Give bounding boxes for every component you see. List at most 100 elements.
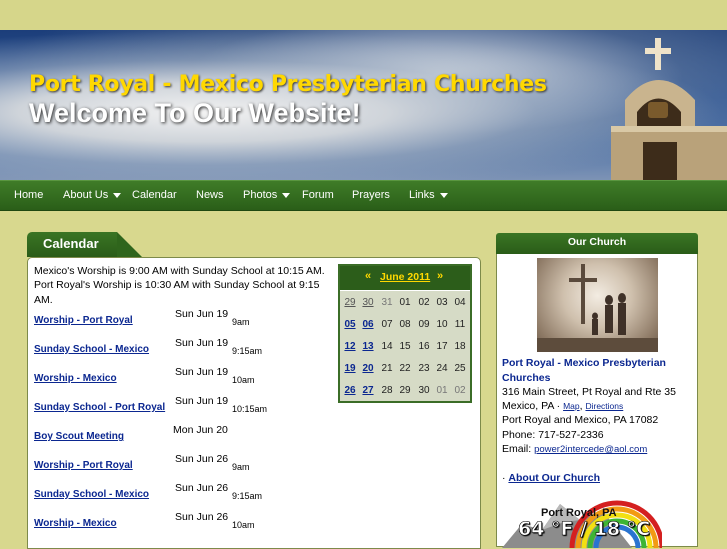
nav-label: Home <box>14 189 44 201</box>
event-date: Sun Jun 19 <box>175 337 229 349</box>
calendar-day: 31 <box>381 297 393 308</box>
event-time: 9:15am <box>232 346 263 356</box>
mini-calendar-header: « June 2011 » <box>340 266 470 290</box>
chevron-down-icon <box>113 192 122 198</box>
calendar-day[interactable]: 20 <box>358 363 378 374</box>
event-title[interactable]: Worship - Mexico <box>34 518 117 529</box>
calendar-day: 02 <box>454 385 466 396</box>
event-title[interactable]: Worship - Port Royal <box>34 315 133 326</box>
calendar-day: 03 <box>436 297 448 308</box>
event-title[interactable]: Worship - Port Royal <box>34 460 133 471</box>
event-title[interactable]: Sunday School - Mexico <box>34 489 149 500</box>
nav-forum[interactable]: Forum <box>302 181 334 210</box>
site-header: Port Royal - Mexico Presbyterian Churche… <box>0 30 727 180</box>
address-line-3: Port Royal and Mexico, PA 17082 <box>502 414 659 426</box>
address-line-1: 316 Main Street, Pt Royal and Rte 35 <box>502 386 676 398</box>
event-date: Sun Jun 26 <box>175 482 229 494</box>
our-church-title: Our Church <box>567 236 627 248</box>
calendar-day: 25 <box>454 363 466 374</box>
calendar-day: 24 <box>436 363 448 374</box>
nav-photos[interactable]: Photos <box>243 181 291 210</box>
event-time: 10am <box>232 520 255 530</box>
nav-news[interactable]: News <box>196 181 224 210</box>
event-time: 9:15am <box>232 491 263 501</box>
calendar-day: 23 <box>418 363 430 374</box>
about-our-church-link[interactable]: About Our Church <box>508 472 600 484</box>
calendar-day: 21 <box>381 363 393 374</box>
event-title[interactable]: Sunday School - Port Royal <box>34 402 165 413</box>
calendar-day: 16 <box>418 341 430 352</box>
mini-calendar: « June 2011 » 29 30 31 01 02 03 04 05 06… <box>338 264 472 403</box>
chevron-down-icon <box>282 192 291 198</box>
calendar-day: 22 <box>399 363 411 374</box>
nav-label: Prayers <box>352 189 390 201</box>
prev-month-button[interactable]: « <box>365 270 371 282</box>
mini-calendar-grid: 29 30 31 01 02 03 04 05 06 07 08 09 10 1… <box>340 291 470 401</box>
calendar-day[interactable]: 06 <box>358 319 378 330</box>
top-band <box>0 0 727 30</box>
church-photo <box>537 258 658 352</box>
nav-label: Forum <box>302 189 334 201</box>
calendar-panel-title: Calendar <box>43 236 99 251</box>
nav-calendar[interactable]: Calendar <box>132 181 177 210</box>
calendar-day: 04 <box>454 297 466 308</box>
nav-label: Calendar <box>132 189 177 201</box>
map-link[interactable]: Map <box>563 401 580 411</box>
next-month-button[interactable]: » <box>437 270 443 282</box>
calendar-tab-arrow <box>117 232 142 257</box>
church-name-link[interactable]: Port Royal - Mexico Presbyterian Churche… <box>502 356 677 386</box>
event-title[interactable]: Boy Scout Meeting <box>34 431 124 442</box>
nav-label: Photos <box>243 189 278 201</box>
calendar-day[interactable]: 27 <box>358 385 378 396</box>
calendar-day: 15 <box>399 341 411 352</box>
month-label[interactable]: June 2011 <box>380 271 430 283</box>
calendar-day: 11 <box>454 319 466 330</box>
nav-prayers[interactable]: Prayers <box>352 181 390 210</box>
calendar-day[interactable]: 26 <box>340 385 360 396</box>
calendar-day: 01 <box>436 385 448 396</box>
directions-link[interactable]: Directions <box>585 401 623 411</box>
chevron-down-icon <box>439 192 448 198</box>
calendar-day[interactable]: 19 <box>340 363 360 374</box>
nav-label: About Us <box>63 189 109 201</box>
event-date: Sun Jun 26 <box>175 453 229 465</box>
cross-family-image <box>537 264 658 352</box>
nav-label: Links <box>409 189 435 201</box>
address-prefix: Mexico, PA · <box>502 400 564 412</box>
event-title[interactable]: Worship - Mexico <box>34 373 117 384</box>
site-subtitle: Welcome To Our Website! <box>29 98 361 128</box>
nav-links[interactable]: Links <box>409 181 448 210</box>
calendar-day: 17 <box>436 341 448 352</box>
nav-home[interactable]: Home <box>14 181 43 210</box>
calendar-day[interactable]: 05 <box>340 319 360 330</box>
weather-temperature: 64 °F / 18 °C <box>518 518 651 541</box>
nav-label: News <box>196 189 224 201</box>
nav-about-us[interactable]: About Us <box>63 181 122 210</box>
email-link[interactable]: power2intercede@aol.com <box>534 444 647 455</box>
calendar-day: 28 <box>381 385 393 396</box>
calendar-day[interactable]: 30 <box>358 297 378 308</box>
calendar-day: 08 <box>399 319 411 330</box>
about-line: · About Our Church <box>502 472 600 484</box>
calendar-day: 09 <box>418 319 430 330</box>
main-nav: Home About Us Calendar News Photos Forum… <box>0 180 727 211</box>
church-name-line: Port Royal - Mexico Presbyterian Churche… <box>502 357 666 384</box>
calendar-day: 07 <box>381 319 393 330</box>
calendar-day: 01 <box>399 297 411 308</box>
calendar-day: 30 <box>418 385 430 396</box>
event-time: 10am <box>232 375 255 385</box>
calendar-day: 18 <box>454 341 466 352</box>
calendar-day: 10 <box>436 319 448 330</box>
church-steeple-image <box>611 38 727 180</box>
calendar-day: 14 <box>381 341 393 352</box>
site-title: Port Royal - Mexico Presbyterian Churche… <box>29 72 547 97</box>
worship-times-text: Mexico's Worship is 9:00 AM with Sunday … <box>34 265 325 306</box>
calendar-day[interactable]: 29 <box>340 297 360 308</box>
calendar-day[interactable]: 12 <box>340 341 360 352</box>
event-date: Sun Jun 19 <box>175 308 229 320</box>
calendar-day[interactable]: 13 <box>358 341 378 352</box>
event-time: 9am <box>232 317 250 327</box>
event-date: Sun Jun 19 <box>175 366 229 378</box>
event-title[interactable]: Sunday School - Mexico <box>34 344 149 355</box>
calendar-day: 02 <box>418 297 430 308</box>
